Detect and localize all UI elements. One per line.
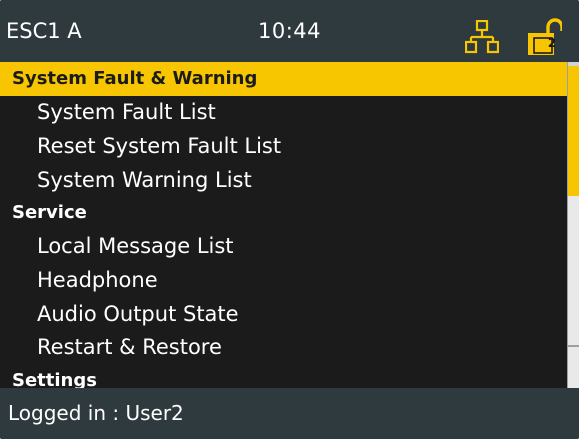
- menu-item-audio-output-state[interactable]: Audio Output State: [0, 297, 567, 331]
- device-screen: ESC1 A 10:44 2 System Fault & Warning Sy…: [0, 0, 579, 439]
- clock-time: 10:44: [258, 19, 322, 43]
- scrollbar-thumb[interactable]: [568, 66, 579, 196]
- section-system-fault-warning[interactable]: System Fault & Warning: [0, 62, 567, 96]
- menu-item-headphone[interactable]: Headphone: [0, 263, 567, 297]
- login-status: Logged in : User2: [8, 401, 184, 425]
- menu-list: System Fault & Warning System Fault List…: [0, 62, 567, 388]
- menu-item-system-warning-list[interactable]: System Warning List: [0, 163, 567, 197]
- section-service[interactable]: Service: [0, 196, 567, 230]
- status-bar: Logged in : User2: [0, 388, 579, 439]
- menu-item-local-message-list[interactable]: Local Message List: [0, 229, 567, 263]
- menu-item-system-fault-list[interactable]: System Fault List: [0, 95, 567, 129]
- menu-item-restart-restore[interactable]: Restart & Restore: [0, 330, 567, 364]
- network-icon[interactable]: [465, 20, 499, 54]
- section-settings[interactable]: Settings: [0, 364, 567, 388]
- scrollbar-divider: [568, 345, 579, 347]
- scrollbar[interactable]: [567, 62, 579, 388]
- menu-item-reset-system-fault-list[interactable]: Reset System Fault List: [0, 129, 567, 163]
- header-bar: ESC1 A 10:44 2: [0, 0, 579, 62]
- device-name: ESC1 A: [6, 19, 82, 43]
- user-level-number: 2: [547, 36, 557, 50]
